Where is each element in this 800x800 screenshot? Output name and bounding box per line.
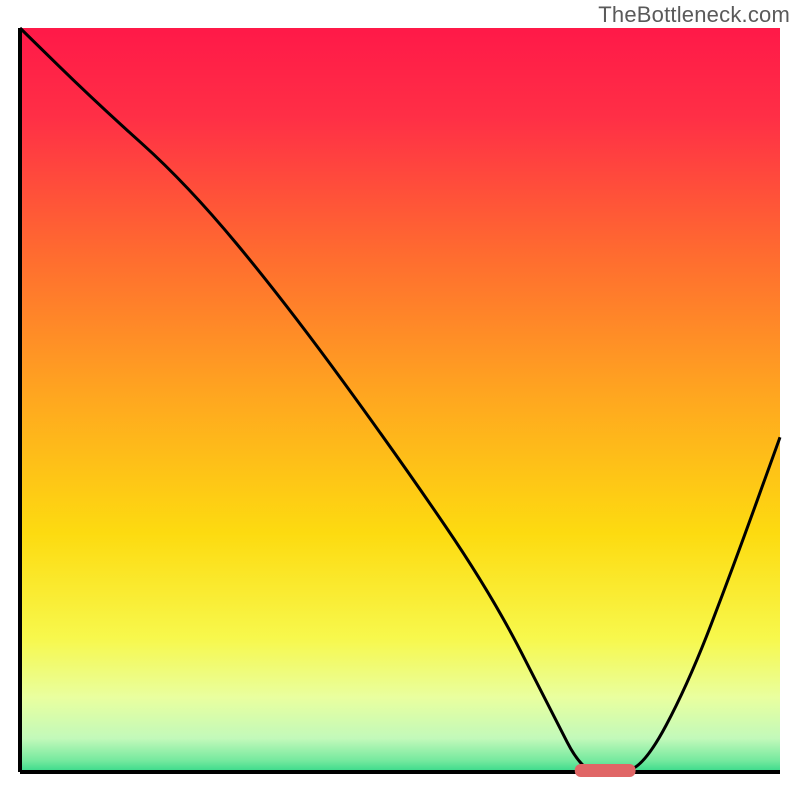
plot-background xyxy=(20,28,780,772)
chart-container: TheBottleneck.com xyxy=(0,0,800,800)
chart-svg xyxy=(0,0,800,800)
optimal-range-marker xyxy=(575,764,636,777)
plot-area xyxy=(20,28,780,777)
watermark-text: TheBottleneck.com xyxy=(598,2,790,28)
